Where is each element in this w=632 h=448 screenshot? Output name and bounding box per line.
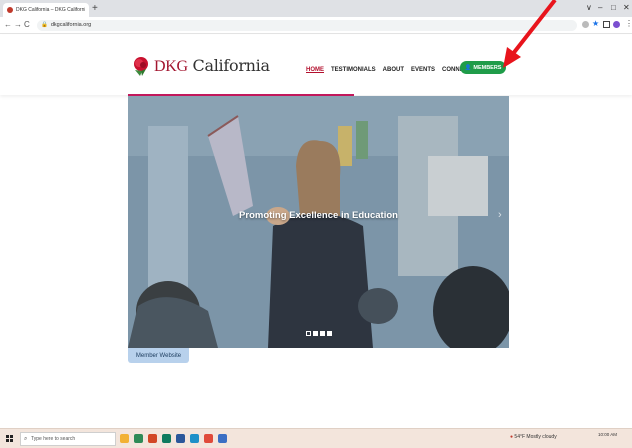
excel-icon[interactable] [134,434,143,443]
windows-taskbar: ⌕ Type here to search ● 54°F Mostly clou… [0,428,632,448]
start-button[interactable] [6,435,13,442]
store-icon[interactable] [218,434,227,443]
search-icon: ⌕ [24,436,28,442]
weather-icon: ● [510,434,514,440]
file-explorer-icon[interactable] [120,434,129,443]
word-icon[interactable] [176,434,185,443]
mail-icon[interactable] [190,434,199,443]
powerpoint-icon[interactable] [148,434,157,443]
weather-text[interactable]: 54°F Mostly cloudy [514,434,556,440]
app-icon[interactable] [162,434,171,443]
chrome-icon[interactable] [204,434,213,443]
clock[interactable]: 10:00 AM [598,432,617,438]
system-tray: ● 54°F Mostly cloudy [510,434,557,440]
pinned-apps [120,434,232,443]
search-placeholder: Type here to search [31,436,76,442]
taskbar-search[interactable]: ⌕ Type here to search [20,432,116,446]
red-annotation-arrow [503,0,557,68]
